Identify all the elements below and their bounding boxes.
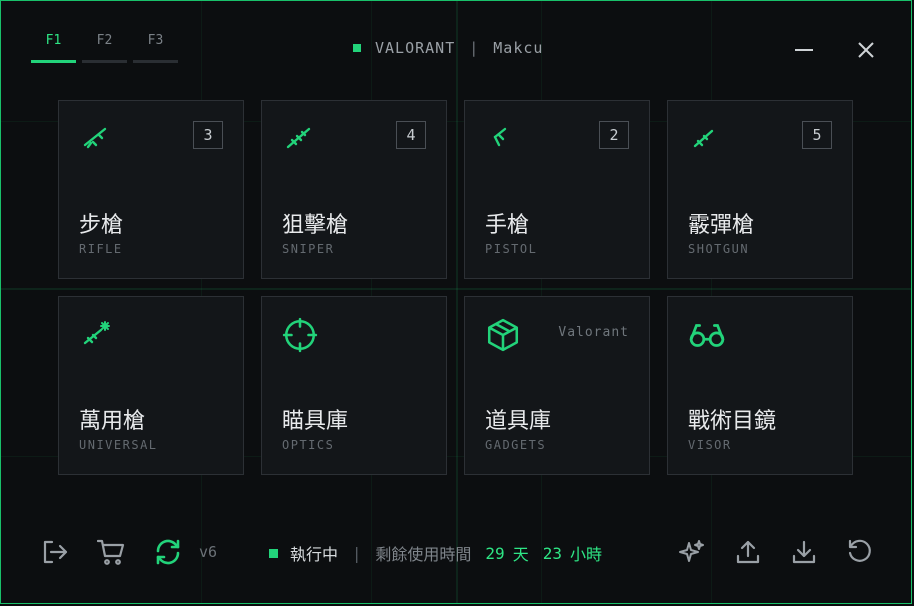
card-visor[interactable]: 戰術目鏡 VISOR [667,296,853,475]
profile-tabs: F1 F2 F3 [31,31,178,63]
card-gadgets[interactable]: Valorant 道具庫 GADGETS [464,296,650,475]
hotkey-badge: 3 [193,121,223,149]
status-running: 執行中 [290,545,339,564]
window-title: VALORANT | Makcu [353,39,543,57]
universal-gun-icon [83,321,110,345]
tab-f1[interactable]: F1 [31,31,76,63]
grid-line [1,288,911,290]
tab-indicator [31,60,76,63]
card-subtitle: PISTOL [485,242,538,256]
tab-indicator [82,60,127,63]
card-subtitle: VISOR [688,438,732,452]
card-title: 步槍 [79,213,124,238]
hotkey-badge: 5 [802,121,832,149]
sparkles-icon[interactable] [678,538,706,566]
card-subtitle: GADGETS [485,438,547,452]
hours-unit: 小時 [569,545,602,564]
game-name: VALORANT [375,39,456,57]
rifle-icon [83,127,107,149]
game-tag: Valorant [558,325,629,340]
card-optics[interactable]: 瞄具庫 OPTICS [261,296,447,475]
title-separator: | [469,39,480,57]
glasses-icon [689,324,725,347]
tab-label: F1 [45,33,62,48]
device-name: Makcu [493,39,544,57]
upload-icon[interactable] [734,538,762,566]
refresh-icon[interactable] [154,538,182,566]
reset-icon[interactable] [846,538,874,566]
card-title: 狙擊槍 [282,213,349,238]
card-title: 霰彈槍 [688,213,755,238]
tab-f3[interactable]: F3 [133,31,178,63]
status-dot [269,548,278,558]
card-title: 手槍 [485,213,530,238]
card-title: 戰術目鏡 [688,409,777,434]
card-subtitle: RIFLE [79,242,123,256]
app-window: F1 F2 F3 VALORANT | Makcu 3 步槍 RIFLE 4 狙… [0,0,912,604]
card-title: 萬用槍 [79,409,146,434]
remaining-label: 剩餘使用時間 [375,545,472,564]
license-status: 執行中 | 剩餘使用時間 29 天 23 小時 [269,541,602,565]
crosshair-icon [282,317,318,353]
status-separator: | [354,543,360,563]
card-subtitle: OPTICS [282,438,335,452]
download-icon[interactable] [790,538,818,566]
close-icon[interactable] [855,39,877,61]
card-shotgun[interactable]: 5 霰彈槍 SHOTGUN [667,100,853,279]
card-subtitle: SNIPER [282,242,335,256]
hotkey-badge: 4 [396,121,426,149]
tab-indicator [133,60,178,63]
minimize-icon[interactable] [793,39,815,61]
logout-icon[interactable] [41,538,69,566]
sniper-icon [286,127,311,149]
package-icon [487,318,519,352]
shotgun-icon [693,129,714,148]
days-unit: 天 [512,545,529,564]
hours-value: 23 [542,543,562,563]
days-value: 29 [485,543,505,563]
card-subtitle: SHOTGUN [688,242,750,256]
version-label: v6 [199,543,218,561]
tab-label: F3 [147,33,164,48]
hotkey-badge: 2 [599,121,629,149]
pistol-icon [493,127,507,147]
card-subtitle: UNIVERSAL [79,438,158,452]
card-title: 瞄具庫 [282,409,349,434]
card-sniper[interactable]: 4 狙擊槍 SNIPER [261,100,447,279]
grid-line [456,1,458,603]
card-title: 道具庫 [485,409,552,434]
tab-label: F2 [96,33,113,48]
card-pistol[interactable]: 2 手槍 PISTOL [464,100,650,279]
card-universal[interactable]: 萬用槍 UNIVERSAL [58,296,244,475]
cart-icon[interactable] [97,538,125,566]
card-rifle[interactable]: 3 步槍 RIFLE [58,100,244,279]
tab-f2[interactable]: F2 [82,31,127,63]
status-dot [353,44,361,52]
